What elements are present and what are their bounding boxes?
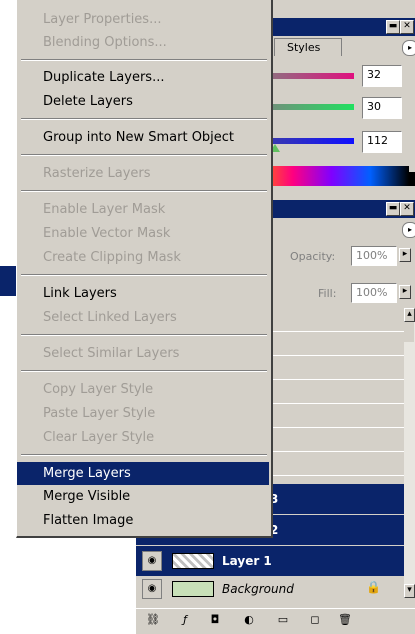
menu-separator <box>21 190 267 192</box>
red-value-field[interactable]: 32 <box>362 65 402 87</box>
scroll-thumb[interactable] <box>404 322 414 342</box>
fill-label: Fill: <box>318 287 337 300</box>
menu-item-merge-layers[interactable]: Merge Layers <box>17 462 269 485</box>
menu-separator <box>21 118 267 120</box>
blue-value-field[interactable]: 112 <box>362 131 402 153</box>
opacity-field[interactable]: 100% <box>351 246 397 266</box>
visibility-eye-icon[interactable]: ◉ <box>142 551 162 571</box>
color-panel: ▬ ✕ Styles ▸ 32 30 112 <box>254 0 415 196</box>
fill-value: 100% <box>356 286 388 299</box>
layer-context-menu: Layer Properties... Blending Options... … <box>16 0 273 538</box>
layers-scrollbar[interactable]: ▴ ▾ <box>404 308 415 598</box>
opacity-arrow-button[interactable]: ▸ <box>399 248 411 262</box>
trash-icon[interactable]: 🗑 <box>336 611 354 629</box>
layers-close-button[interactable]: ✕ <box>400 202 414 216</box>
menu-item-rasterize-layers[interactable]: Rasterize Layers <box>17 162 269 185</box>
layer-row-1[interactable]: ◉ Layer 1 <box>136 546 404 576</box>
scroll-down-button[interactable]: ▾ <box>404 584 415 598</box>
menu-item-create-clipping-mask[interactable]: Create Clipping Mask <box>17 246 269 269</box>
layers-minimize-button[interactable]: ▬ <box>386 202 400 216</box>
close-button[interactable]: ✕ <box>400 20 414 34</box>
color-ramp[interactable] <box>254 166 409 186</box>
minimize-button[interactable]: ▬ <box>386 20 400 34</box>
tab-styles[interactable]: Styles <box>274 38 342 56</box>
menu-item-copy-layer-style[interactable]: Copy Layer Style <box>17 378 269 401</box>
menu-separator <box>21 454 267 456</box>
menu-separator <box>21 334 267 336</box>
menu-item-paste-layer-style[interactable]: Paste Layer Style <box>17 402 269 425</box>
red-value: 32 <box>367 68 381 81</box>
green-value: 30 <box>367 100 381 113</box>
background-eye-icon[interactable]: ◉ <box>142 579 162 599</box>
add-mask-icon[interactable]: ◘ <box>206 611 224 629</box>
menu-item-enable-layer-mask[interactable]: Enable Layer Mask <box>17 198 269 221</box>
layer-style-icon[interactable]: ƒ <box>176 611 194 629</box>
new-group-icon[interactable]: ▭ <box>274 611 292 629</box>
menu-item-select-similar-layers[interactable]: Select Similar Layers <box>17 342 269 365</box>
menu-separator <box>21 154 267 156</box>
menu-item-merge-visible[interactable]: Merge Visible <box>17 485 269 508</box>
layer-row-background[interactable]: ◉ Background 🔒 <box>136 577 404 601</box>
menu-item-clear-layer-style[interactable]: Clear Layer Style <box>17 426 269 449</box>
layer-name-background: Background <box>222 582 294 596</box>
background-window-strip <box>0 266 16 296</box>
adjustment-layer-icon[interactable]: ◐ <box>240 611 258 629</box>
layers-toolbar: ⛓ ƒ ◘ ◐ ▭ ◻ 🗑 <box>136 608 415 634</box>
menu-item-layer-properties[interactable]: Layer Properties... <box>17 8 269 31</box>
lock-icon: 🔒 <box>366 580 381 594</box>
green-value-field[interactable]: 30 <box>362 97 402 119</box>
menu-item-blending-options[interactable]: Blending Options... <box>17 31 269 54</box>
menu-item-group-smart-object[interactable]: Group into New Smart Object <box>17 126 269 149</box>
scroll-up-button[interactable]: ▴ <box>404 308 415 322</box>
menu-item-enable-vector-mask[interactable]: Enable Vector Mask <box>17 222 269 245</box>
panel-menu-arrow-icon[interactable]: ▸ <box>402 40 415 56</box>
menu-separator <box>21 59 267 61</box>
background-window-white <box>0 296 16 633</box>
menu-item-duplicate-layers[interactable]: Duplicate Layers... <box>17 66 269 89</box>
menu-item-link-layers[interactable]: Link Layers <box>17 282 269 305</box>
tab-styles-label: Styles <box>287 41 321 54</box>
menu-separator <box>21 370 267 372</box>
menu-item-select-linked-layers[interactable]: Select Linked Layers <box>17 306 269 329</box>
blue-value: 112 <box>367 134 388 147</box>
new-layer-icon[interactable]: ◻ <box>306 611 324 629</box>
menu-item-delete-layers[interactable]: Delete Layers <box>17 90 269 113</box>
layer-thumbnail <box>172 553 214 569</box>
link-layers-icon[interactable]: ⛓ <box>144 611 162 629</box>
menu-item-flatten-image[interactable]: Flatten Image <box>17 509 269 532</box>
opacity-label: Opacity: <box>290 250 336 263</box>
color-ramp-black[interactable] <box>409 172 415 186</box>
menu-separator <box>21 274 267 276</box>
fill-field[interactable]: 100% <box>351 283 397 303</box>
opacity-value: 100% <box>356 249 388 262</box>
fill-arrow-button[interactable]: ▸ <box>399 285 411 299</box>
background-thumbnail <box>172 581 214 597</box>
layers-panel-menu-icon[interactable]: ▸ <box>402 222 415 238</box>
layer-name-1: Layer 1 <box>222 554 272 568</box>
